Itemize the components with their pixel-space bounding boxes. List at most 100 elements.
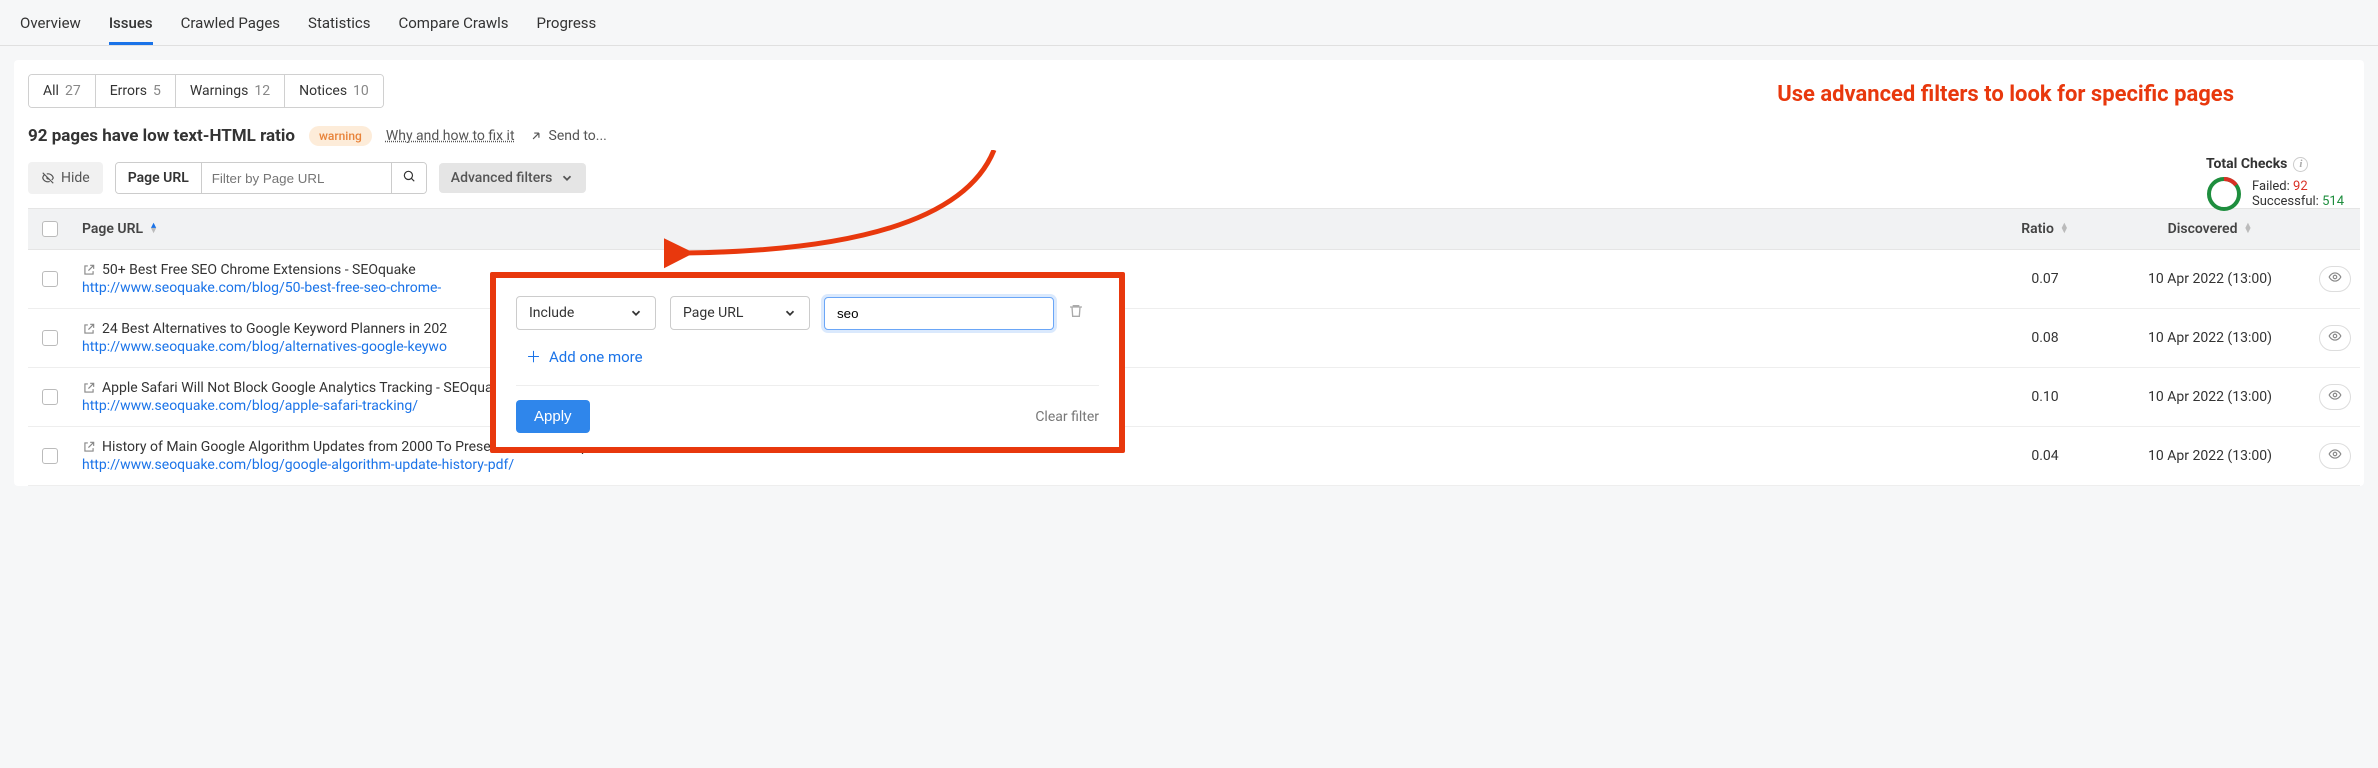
- row-ratio: 0.08: [1980, 318, 2110, 358]
- eye-off-icon: [41, 171, 55, 185]
- external-link-icon: [82, 263, 96, 277]
- filter-field-value: Page URL: [683, 305, 743, 321]
- failed-count: 92: [2293, 179, 2308, 194]
- nav-issues[interactable]: Issues: [109, 8, 153, 45]
- chevron-down-icon: [783, 306, 797, 320]
- total-checks-label: Total Checks: [2206, 156, 2287, 172]
- row-ratio: 0.07: [1980, 259, 2110, 299]
- plus-icon: ＋: [526, 346, 541, 367]
- view-button[interactable]: [2319, 443, 2351, 469]
- tab-errors-count: 5: [153, 83, 161, 99]
- header-ratio[interactable]: Ratio ▲▼: [1980, 209, 2110, 249]
- table-row: History of Main Google Algorithm Updates…: [28, 427, 2360, 486]
- hide-label: Hide: [61, 170, 90, 186]
- tab-warnings-label: Warnings: [190, 83, 249, 99]
- why-fix-link[interactable]: Why and how to fix it: [386, 128, 515, 144]
- tab-errors-label: Errors: [110, 83, 147, 99]
- tab-notices-label: Notices: [299, 83, 347, 99]
- add-filter-label: Add one more: [549, 348, 643, 366]
- external-link-icon: [82, 440, 96, 454]
- total-checks-donut: [2206, 176, 2242, 212]
- external-link-icon: [82, 322, 96, 336]
- issue-type-tabs: All 27 Errors 5 Warnings 12 Notices 10: [28, 74, 384, 108]
- results-table: Page URL ▲▼ Ratio ▲▼ Discovered ▲▼ 50+ B…: [28, 208, 2360, 486]
- sort-icon: ▲▼: [2060, 224, 2069, 234]
- sort-icon: ▲▼: [2243, 224, 2252, 234]
- row-discovered: 10 Apr 2022 (13:00): [2110, 318, 2310, 358]
- nav-statistics[interactable]: Statistics: [308, 8, 370, 45]
- add-filter-button[interactable]: ＋ Add one more: [526, 346, 1099, 367]
- eye-icon: [2328, 329, 2342, 343]
- sort-icon: ▲▼: [149, 224, 158, 234]
- clear-filter-button[interactable]: Clear filter: [1035, 409, 1099, 425]
- advanced-filters-label: Advanced filters: [451, 170, 553, 186]
- url-filter-label: Page URL: [116, 163, 201, 193]
- send-to-button[interactable]: Send to...: [529, 128, 607, 144]
- row-ratio: 0.10: [1980, 377, 2110, 417]
- heading-row: 92 pages have low text-HTML ratio warnin…: [28, 126, 2360, 146]
- advanced-filters-button[interactable]: Advanced filters: [439, 163, 587, 193]
- url-filter-input[interactable]: [201, 163, 391, 193]
- apply-button[interactable]: Apply: [516, 400, 590, 433]
- header-discovered[interactable]: Discovered ▲▼: [2110, 209, 2310, 249]
- nav-compare-crawls[interactable]: Compare Crawls: [398, 8, 508, 45]
- chevron-down-icon: [560, 171, 574, 185]
- url-filter-group: Page URL: [115, 162, 427, 194]
- nav-overview[interactable]: Overview: [20, 8, 81, 45]
- tab-errors[interactable]: Errors 5: [96, 75, 176, 107]
- row-checkbox[interactable]: [42, 330, 58, 346]
- view-button[interactable]: [2319, 266, 2351, 292]
- tab-all-count: 27: [65, 83, 81, 99]
- row-discovered: 10 Apr 2022 (13:00): [2110, 377, 2310, 417]
- filter-value-input[interactable]: [824, 297, 1054, 330]
- row-checkbox[interactable]: [42, 389, 58, 405]
- filter-mode-value: Include: [529, 305, 574, 321]
- view-button[interactable]: [2319, 325, 2351, 351]
- share-icon: [529, 129, 543, 143]
- nav-crawled-pages[interactable]: Crawled Pages: [181, 8, 280, 45]
- tab-notices-count: 10: [353, 83, 369, 99]
- eye-icon: [2328, 388, 2342, 402]
- annotation-callout: Use advanced filters to look for specifi…: [1777, 82, 2234, 107]
- row-discovered: 10 Apr 2022 (13:00): [2110, 436, 2310, 476]
- nav-progress[interactable]: Progress: [537, 8, 597, 45]
- tab-warnings[interactable]: Warnings 12: [176, 75, 285, 107]
- header-ratio-label: Ratio: [2021, 221, 2054, 237]
- select-all-checkbox[interactable]: [42, 221, 58, 237]
- table-row: 24 Best Alternatives to Google Keyword P…: [28, 309, 2360, 368]
- header-discovered-label: Discovered: [2168, 221, 2238, 237]
- total-checks-widget: Total Checks i Failed: 92 Successful: 51…: [2206, 156, 2344, 212]
- header-page-url[interactable]: Page URL ▲▼: [72, 209, 1980, 249]
- tab-warnings-count: 12: [254, 83, 270, 99]
- eye-icon: [2328, 270, 2342, 284]
- main-panel: Use advanced filters to look for specifi…: [14, 60, 2364, 486]
- filter-field-select[interactable]: Page URL: [670, 296, 810, 330]
- filter-row: Hide Page URL Advanced filters: [28, 162, 2360, 194]
- filter-mode-select[interactable]: Include: [516, 296, 656, 330]
- page-title: 92 pages have low text-HTML ratio: [28, 126, 295, 146]
- top-nav: Overview Issues Crawled Pages Statistics…: [0, 0, 2378, 46]
- table-header: Page URL ▲▼ Ratio ▲▼ Discovered ▲▼: [28, 208, 2360, 250]
- row-discovered: 10 Apr 2022 (13:00): [2110, 259, 2310, 299]
- hide-button[interactable]: Hide: [28, 162, 103, 194]
- success-label: Successful:: [2252, 194, 2319, 209]
- row-ratio: 0.04: [1980, 436, 2110, 476]
- url-filter-search-button[interactable]: [391, 163, 426, 193]
- row-url[interactable]: http://www.seoquake.com/blog/google-algo…: [82, 457, 1970, 473]
- warning-badge: warning: [309, 126, 372, 146]
- table-row: 50+ Best Free SEO Chrome Extensions - SE…: [28, 250, 2360, 309]
- success-count: 514: [2322, 194, 2344, 209]
- row-checkbox[interactable]: [42, 271, 58, 287]
- chevron-down-icon: [629, 306, 643, 320]
- table-row: Apple Safari Will Not Block Google Analy…: [28, 368, 2360, 427]
- row-checkbox[interactable]: [42, 448, 58, 464]
- tab-all[interactable]: All 27: [29, 75, 96, 107]
- tab-all-label: All: [43, 83, 59, 99]
- search-icon: [402, 169, 416, 183]
- failed-label: Failed:: [2252, 179, 2290, 194]
- tab-notices[interactable]: Notices 10: [285, 75, 383, 107]
- view-button[interactable]: [2319, 384, 2351, 410]
- external-link-icon: [82, 381, 96, 395]
- info-icon[interactable]: i: [2293, 157, 2308, 172]
- trash-icon[interactable]: [1068, 303, 1084, 323]
